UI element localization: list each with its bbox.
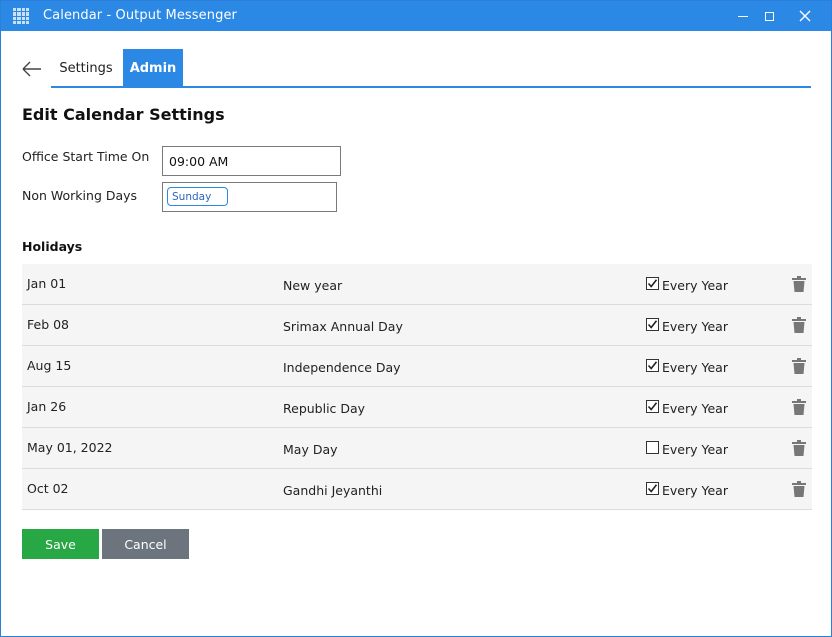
trash-icon[interactable]	[792, 276, 806, 292]
holidays-table: Jan 01 New year Every Year Feb 08 Srimax…	[22, 264, 812, 510]
close-icon	[799, 10, 811, 22]
holiday-date: Feb 08	[27, 317, 70, 332]
trash-icon[interactable]	[792, 440, 806, 456]
checkmark-icon	[647, 279, 658, 288]
maximize-icon	[764, 11, 774, 21]
every-year-checkbox[interactable]	[646, 482, 659, 495]
arrow-left-icon[interactable]	[21, 59, 43, 79]
holiday-date: Jan 26	[27, 399, 67, 414]
office-start-input[interactable]: 09:00 AM	[162, 146, 341, 176]
checkmark-icon	[647, 402, 658, 411]
title-bar: Calendar - Output Messenger	[1, 1, 831, 31]
trash-icon[interactable]	[792, 399, 806, 415]
table-row: Feb 08 Srimax Annual Day Every Year	[22, 305, 812, 346]
every-year-checkbox[interactable]	[646, 359, 659, 372]
trash-icon[interactable]	[792, 317, 806, 333]
every-year-checkbox[interactable]	[646, 441, 659, 454]
checkmark-icon	[647, 361, 658, 370]
holidays-heading: Holidays	[22, 239, 83, 254]
office-start-label: Office Start Time On	[22, 149, 150, 164]
holiday-name: Gandhi Jeyanthi	[283, 483, 383, 498]
every-year-label: Every Year	[662, 483, 728, 498]
table-row: Jan 01 New year Every Year	[22, 264, 812, 305]
table-row: Oct 02 Gandhi Jeyanthi Every Year	[22, 469, 812, 510]
every-year-checkbox[interactable]	[646, 318, 659, 331]
table-row: Jan 26 Republic Day Every Year	[22, 387, 812, 428]
grid-icon	[13, 8, 29, 24]
every-year-label: Every Year	[662, 278, 728, 293]
every-year-checkbox[interactable]	[646, 277, 659, 290]
holiday-date: Oct 02	[27, 481, 69, 496]
window-title: Calendar - Output Messenger	[43, 8, 237, 23]
holiday-name: Republic Day	[283, 401, 366, 416]
checkmark-icon	[647, 320, 658, 329]
holiday-name: Srimax Annual Day	[283, 319, 403, 334]
holiday-date: May 01, 2022	[27, 440, 113, 455]
table-row: Aug 15 Independence Day Every Year	[22, 346, 812, 387]
holiday-name: Independence Day	[283, 360, 401, 375]
tab-admin[interactable]: Admin	[123, 49, 183, 87]
maximize-button[interactable]	[751, 1, 787, 31]
holiday-name: May Day	[283, 442, 338, 457]
table-row: May 01, 2022 May Day Every Year	[22, 428, 812, 469]
every-year-label: Every Year	[662, 442, 728, 457]
every-year-label: Every Year	[662, 319, 728, 334]
checkmark-icon	[647, 484, 658, 493]
non-working-days-label: Non Working Days	[22, 188, 138, 203]
page-title: Edit Calendar Settings	[22, 105, 225, 124]
every-year-label: Every Year	[662, 401, 728, 416]
save-button[interactable]: Save	[22, 529, 99, 559]
tab-underline	[51, 86, 811, 88]
minimize-icon	[738, 16, 748, 17]
tab-settings[interactable]: Settings	[51, 49, 121, 87]
trash-icon[interactable]	[792, 358, 806, 374]
every-year-checkbox[interactable]	[646, 400, 659, 413]
day-chip[interactable]: Sunday	[167, 187, 228, 206]
trash-icon[interactable]	[792, 481, 806, 497]
non-working-days-input[interactable]: Sunday	[162, 182, 337, 212]
every-year-label: Every Year	[662, 360, 728, 375]
holiday-name: New year	[283, 278, 343, 293]
holiday-date: Jan 01	[27, 276, 67, 291]
cancel-button[interactable]: Cancel	[102, 529, 189, 559]
holiday-date: Aug 15	[27, 358, 72, 373]
close-button[interactable]	[787, 1, 823, 31]
